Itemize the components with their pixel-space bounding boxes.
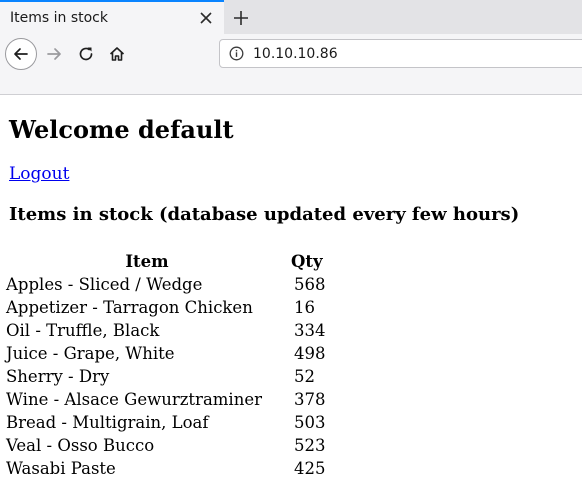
- cell-qty: 16: [294, 298, 315, 317]
- nav-toolbar: 10.10.10.86: [0, 34, 582, 95]
- welcome-heading: Welcome default: [9, 115, 234, 144]
- forward-button[interactable]: [38, 38, 70, 70]
- column-header-item: Item: [125, 252, 169, 271]
- table-row: Oil - Truffle, Black 334: [6, 320, 326, 342]
- cell-item: Sherry - Dry: [6, 367, 110, 386]
- cell-item: Wasabi Paste: [6, 459, 116, 478]
- stock-table: Item Qty Apples - Sliced / Wedge 568 App…: [3, 250, 329, 480]
- table-row: Apples - Sliced / Wedge 568: [6, 274, 326, 296]
- cell-qty: 498: [294, 344, 326, 363]
- back-button[interactable]: [5, 38, 37, 70]
- table-row: Wine - Alsace Gewurztraminer 378: [6, 389, 326, 411]
- column-header-qty: Qty: [291, 252, 323, 271]
- table-row: Wasabi Paste 425: [6, 458, 326, 480]
- cell-item: Oil - Truffle, Black: [6, 321, 160, 340]
- cell-qty: 378: [294, 390, 326, 409]
- address-bar[interactable]: 10.10.10.86: [219, 39, 582, 68]
- url-text: 10.10.10.86: [253, 46, 338, 62]
- reload-button[interactable]: [70, 38, 102, 70]
- cell-item: Veal - Osso Bucco: [6, 436, 155, 455]
- cell-item: Wine - Alsace Gewurztraminer: [6, 390, 262, 409]
- tab-items-in-stock[interactable]: Items in stock: [0, 0, 224, 34]
- home-button[interactable]: [101, 38, 133, 70]
- logout-link[interactable]: Logout: [9, 164, 69, 184]
- cell-item: Bread - Multigrain, Loaf: [6, 413, 209, 432]
- cell-item: Appetizer - Tarragon Chicken: [6, 298, 253, 317]
- table-row: Sherry - Dry 52: [6, 366, 326, 388]
- cell-item: Apples - Sliced / Wedge: [6, 275, 203, 294]
- cell-qty: 523: [294, 436, 326, 455]
- cell-item: Juice - Grape, White: [6, 344, 175, 363]
- info-icon[interactable]: [229, 46, 244, 61]
- close-icon[interactable]: [199, 11, 213, 25]
- cell-qty: 568: [294, 275, 326, 294]
- cell-qty: 503: [294, 413, 326, 432]
- tab-title: Items in stock: [10, 10, 108, 26]
- home-icon: [109, 47, 125, 61]
- cell-qty: 52: [294, 367, 315, 386]
- cell-qty: 334: [294, 321, 326, 340]
- table-row: Appetizer - Tarragon Chicken 16: [6, 297, 326, 319]
- new-tab-plus-icon[interactable]: [231, 8, 251, 28]
- table-row: Juice - Grape, White 498: [6, 343, 326, 365]
- table-row: Veal - Osso Bucco 523: [6, 435, 326, 457]
- cell-qty: 425: [294, 459, 326, 478]
- arrow-left-icon: [14, 48, 28, 60]
- tab-strip: Items in stock: [0, 0, 582, 34]
- arrow-right-icon: [47, 48, 61, 60]
- reload-icon: [79, 47, 93, 61]
- table-header-row: Item Qty: [6, 251, 326, 273]
- page-content: Welcome default Logout Items in stock (d…: [6, 95, 574, 480]
- table-row: Bread - Multigrain, Loaf 503: [6, 412, 326, 434]
- stock-heading: Items in stock (database updated every f…: [9, 204, 520, 225]
